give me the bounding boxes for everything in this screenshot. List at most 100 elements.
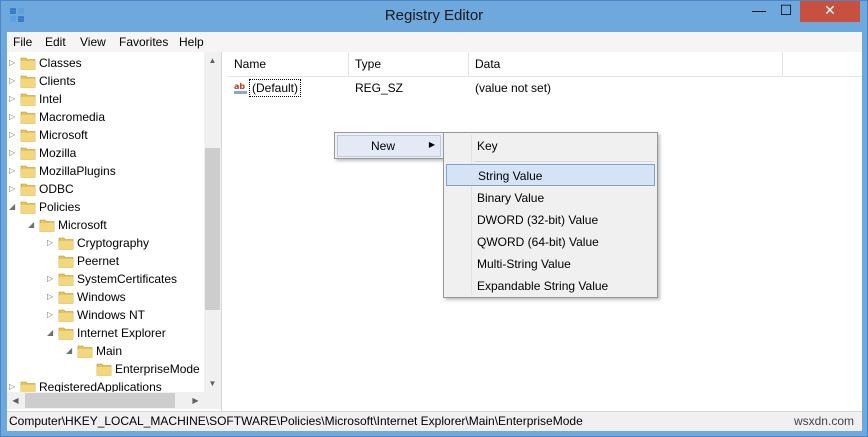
tree-node-label: Main	[96, 344, 123, 358]
tree-node[interactable]: ▷ Mozilla	[7, 144, 207, 162]
expand-arrow-icon[interactable]: ▷	[47, 306, 57, 324]
folder-icon	[96, 363, 112, 376]
expand-arrow-icon[interactable]: ▷	[9, 126, 19, 144]
collapse-arrow-icon[interactable]: ◢	[9, 198, 19, 216]
tree-node[interactable]: ▷ MozillaPlugins	[7, 162, 207, 180]
tree-node[interactable]: Peernet	[7, 252, 207, 270]
tree-node-label: SystemCertificates	[77, 272, 178, 286]
tree-node-label: Microsoft	[39, 128, 88, 142]
folder-icon	[20, 165, 36, 178]
tree-node[interactable]: ▷ Windows	[7, 288, 207, 306]
menu-file[interactable]: File	[13, 35, 32, 49]
folder-icon	[20, 93, 36, 106]
menu-favorites[interactable]: Favorites	[119, 35, 168, 49]
menu-help[interactable]: Help	[179, 35, 204, 49]
tree-node-label: Windows NT	[77, 308, 146, 322]
submenu-item-multi-string-value[interactable]: Multi-String Value	[446, 253, 655, 275]
submenu-item-key-label: Key	[477, 139, 498, 153]
tree-horizontal-scrollbar[interactable]: ◀ ▶	[7, 392, 204, 409]
menu-item-new-label: New	[371, 139, 396, 153]
submenu-item-label: QWORD (64-bit) Value	[477, 235, 599, 249]
window-title: Registry Editor	[384, 7, 484, 24]
tree-node[interactable]: ◢ Microsoft	[7, 216, 207, 234]
horizontal-scroll-thumb[interactable]	[25, 393, 175, 408]
column-header-type[interactable]: Type	[349, 52, 469, 77]
tree-vertical-scrollbar[interactable]: ▲ ▼	[204, 52, 221, 392]
menu-bar: File Edit View Favorites Help	[7, 32, 862, 52]
tree-node[interactable]: ▷ Cryptography	[7, 234, 207, 252]
folder-icon	[58, 255, 74, 268]
folder-icon	[20, 129, 36, 142]
collapse-arrow-icon[interactable]: ◢	[47, 324, 57, 342]
collapse-arrow-icon[interactable]: ◢	[66, 342, 76, 360]
menu-item-new[interactable]: New ▶	[337, 135, 441, 157]
tree-node[interactable]: ▷ Macromedia	[7, 108, 207, 126]
expand-arrow-icon[interactable]: ▷	[9, 54, 19, 72]
folder-icon	[20, 57, 36, 70]
expand-arrow-icon[interactable]: ▷	[47, 288, 57, 306]
tree-node[interactable]: ◢ Main	[7, 342, 207, 360]
folder-icon	[20, 183, 36, 196]
expand-arrow-icon[interactable]: ▷	[9, 144, 19, 162]
tree-node[interactable]: ◢ Internet Explorer	[7, 324, 207, 342]
tree-node[interactable]: EnterpriseMode	[7, 360, 207, 378]
folder-icon	[58, 291, 74, 304]
scroll-down-arrow-icon[interactable]: ▼	[204, 375, 221, 392]
close-button[interactable]: ✕	[800, 1, 860, 22]
list-header: Name Type Data	[228, 52, 862, 77]
tree-node-label: MozillaPlugins	[39, 164, 116, 178]
tree-node-label: Classes	[39, 56, 82, 70]
menu-edit[interactable]: Edit	[45, 35, 66, 49]
context-menu: New ▶	[334, 132, 444, 159]
expand-arrow-icon[interactable]: ▷	[9, 108, 19, 126]
tree-node-label: EnterpriseMode	[115, 362, 200, 376]
expand-arrow-icon[interactable]: ▷	[47, 270, 57, 288]
minimize-button[interactable]: —	[745, 1, 773, 22]
scroll-left-arrow-icon[interactable]: ◀	[7, 392, 24, 409]
submenu-item-string-value[interactable]: String Value	[446, 164, 655, 186]
scroll-right-arrow-icon[interactable]: ▶	[187, 392, 204, 409]
title-bar[interactable]: Registry Editor — ☐ ✕	[1, 1, 867, 32]
tree-node[interactable]: ▷ ODBC	[7, 180, 207, 198]
tree-node-label: Cryptography	[77, 236, 150, 250]
tree-node-label: Microsoft	[58, 218, 107, 232]
submenu-item-qword-value[interactable]: QWORD (64-bit) Value	[446, 231, 655, 253]
status-bar: Computer\HKEY_LOCAL_MACHINE\SOFTWARE\Pol…	[7, 411, 862, 431]
submenu-item-label: String Value	[478, 169, 543, 183]
folder-icon	[39, 219, 55, 232]
tree-node[interactable]: ▷ Intel	[7, 90, 207, 108]
menu-view[interactable]: View	[80, 35, 106, 49]
tree-node[interactable]: ▷ Classes	[7, 54, 207, 72]
column-header-data[interactable]: Data	[469, 52, 783, 77]
watermark: wsxdn.com	[793, 414, 854, 428]
tree-node-label: Policies	[39, 200, 81, 214]
svg-text:ab: ab	[234, 82, 245, 91]
collapse-arrow-icon[interactable]: ◢	[28, 216, 38, 234]
maximize-button[interactable]: ☐	[773, 1, 799, 22]
tree-node[interactable]: ▷ Microsoft	[7, 126, 207, 144]
column-header-name[interactable]: Name	[228, 52, 349, 77]
submenu-item-dword-value[interactable]: DWORD (32-bit) Value	[446, 209, 655, 231]
expand-arrow-icon[interactable]: ▷	[47, 234, 57, 252]
tree-node-label: Windows	[77, 290, 126, 304]
value-row[interactable]: ab (Default) REG_SZ (value not set)	[228, 78, 862, 98]
vertical-scroll-thumb[interactable]	[205, 148, 220, 310]
submenu-item-key[interactable]: Key	[446, 135, 655, 157]
submenu-item-expandable-string-value[interactable]: Expandable String Value	[446, 275, 655, 297]
expand-arrow-icon[interactable]: ▷	[9, 90, 19, 108]
tree-node[interactable]: ▷ SystemCertificates	[7, 270, 207, 288]
registry-editor-window: Registry Editor — ☐ ✕ File Edit View Fav…	[0, 0, 868, 437]
expand-arrow-icon[interactable]: ▷	[9, 72, 19, 90]
value-type: REG_SZ	[355, 81, 404, 95]
registry-tree: ▷ Classes ▷ Clients ▷ Intel ▷ Macromedia ▷ Micros…	[7, 52, 222, 411]
new-submenu: Key String Value Binary Value DWORD (32-…	[443, 132, 658, 298]
expand-arrow-icon[interactable]: ▷	[9, 162, 19, 180]
expand-arrow-icon[interactable]: ▷	[9, 180, 19, 198]
submenu-item-label: DWORD (32-bit) Value	[477, 213, 599, 227]
submenu-item-binary-value[interactable]: Binary Value	[446, 187, 655, 209]
value-name[interactable]: (Default)	[249, 79, 302, 97]
tree-node[interactable]: ▷ Windows NT	[7, 306, 207, 324]
tree-node[interactable]: ◢ Policies	[7, 198, 207, 216]
scroll-up-arrow-icon[interactable]: ▲	[204, 52, 221, 69]
tree-node[interactable]: ▷ Clients	[7, 72, 207, 90]
